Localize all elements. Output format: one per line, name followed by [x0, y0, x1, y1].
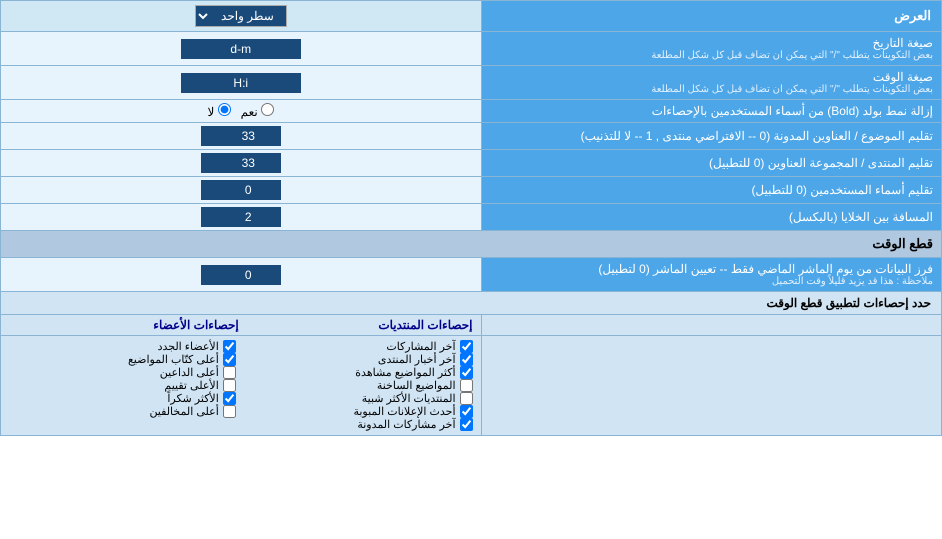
checkbox-item-posts-3: المواضيع الساخنة	[246, 379, 473, 392]
fetch-data-input-cell: 0	[1, 258, 482, 292]
members-col-header: إحصاءات الأعضاء	[9, 318, 239, 332]
topics-order-label: تقليم الموضوع / العناوين المدونة (0 -- ا…	[481, 123, 941, 150]
topics-order-input-cell: 33	[1, 123, 482, 150]
time-format-label: صيغة الوقت بعض التكوينات يتطلب "/" التي …	[481, 66, 941, 100]
cell-padding-input[interactable]: 2	[201, 207, 281, 227]
fetch-data-input[interactable]: 0	[201, 265, 281, 285]
usernames-trim-row: تقليم أسماء المستخدمين (0 للتطبيل) 0	[1, 177, 942, 204]
forum-trim-row: تقليم المنتدى / المجموعة العناوين (0 للت…	[1, 150, 942, 177]
bold-yes-label: نعم	[241, 103, 274, 119]
checkbox-members-5[interactable]	[223, 405, 236, 418]
time-format-row: صيغة الوقت بعض التكوينات يتطلب "/" التي …	[1, 66, 942, 100]
line-select-cell[interactable]: سطر واحد سطران ثلاثة أسطر	[1, 1, 482, 32]
bold-input-cell: نعم لا	[1, 100, 482, 123]
usernames-trim-input[interactable]: 0	[201, 180, 281, 200]
cell-padding-input-cell: 2	[1, 204, 482, 231]
usernames-trim-label: تقليم أسماء المستخدمين (0 للتطبيل)	[481, 177, 941, 204]
checkboxes-content-cell: آخر المشاركات آخر أخبار المنتدى أكثر الم…	[1, 336, 482, 436]
posts-col-header: إحصاءات المنتديات	[243, 318, 473, 332]
forum-trim-label: تقليم المنتدى / المجموعة العناوين (0 للت…	[481, 150, 941, 177]
checkbox-posts-6[interactable]	[460, 418, 473, 431]
checkbox-members-1[interactable]	[223, 353, 236, 366]
date-format-label: صيغة التاريخ بعض التكوينات يتطلب "/" الت…	[481, 32, 941, 66]
checkbox-item-posts-6: آخر مشاركات المدونة	[246, 418, 473, 431]
date-format-input-cell: d-m	[1, 32, 482, 66]
col-header-empty	[481, 315, 941, 336]
realtime-header: قطع الوقت	[1, 231, 942, 258]
checkbox-item-members-2: أعلى الداعين	[9, 366, 236, 379]
display-row: العرض سطر واحد سطران ثلاثة أسطر	[1, 1, 942, 32]
bold-label: إزالة نمط بولد (Bold) من أسماء المستخدمي…	[481, 100, 941, 123]
bold-yes-radio[interactable]	[261, 103, 274, 116]
date-format-row: صيغة التاريخ بعض التكوينات يتطلب "/" الت…	[1, 32, 942, 66]
line-select[interactable]: سطر واحد سطران ثلاثة أسطر	[195, 5, 287, 27]
display-label: العرض	[481, 1, 941, 32]
checkbox-posts-1[interactable]	[460, 353, 473, 366]
bold-no-radio[interactable]	[218, 103, 231, 116]
checkbox-posts-0[interactable]	[460, 340, 473, 353]
usernames-trim-input-cell: 0	[1, 177, 482, 204]
checkbox-item-members-3: الأعلى تقييم	[9, 379, 236, 392]
checkbox-posts-2[interactable]	[460, 366, 473, 379]
members-checkboxes-col: الأعضاء الجدد أعلى كتّاب المواضيع أعلى ا…	[9, 340, 236, 431]
forum-trim-input-cell: 33	[1, 150, 482, 177]
forum-trim-input[interactable]: 33	[201, 153, 281, 173]
checkboxes-header-row: إحصاءات المنتديات إحصاءات الأعضاء	[1, 315, 942, 336]
bold-no-label: لا	[207, 103, 230, 119]
stats-limit-label: حدد إحصاءات لتطبيق قطع الوقت	[1, 292, 942, 315]
realtime-section-row: قطع الوقت	[1, 231, 942, 258]
cell-padding-row: المسافة بين الخلايا (بالبكسل) 2	[1, 204, 942, 231]
col-headers-cell: إحصاءات المنتديات إحصاءات الأعضاء	[1, 315, 482, 336]
checkbox-item-posts-4: المنتديات الأكثر شبية	[246, 392, 473, 405]
checkbox-item-members-4: الأكثر شكراً	[9, 392, 236, 405]
cell-padding-label: المسافة بين الخلايا (بالبكسل)	[481, 204, 941, 231]
checkbox-item-posts-1: آخر أخبار المنتدى	[246, 353, 473, 366]
topics-order-input[interactable]: 33	[201, 126, 281, 146]
date-format-input[interactable]: d-m	[181, 39, 301, 59]
checkboxes-empty-cell	[481, 336, 941, 436]
checkbox-members-3[interactable]	[223, 379, 236, 392]
checkbox-item-posts-0: آخر المشاركات	[246, 340, 473, 353]
checkbox-item-posts-5: أحدث الإعلانات المبوبة	[246, 405, 473, 418]
checkbox-members-4[interactable]	[223, 392, 236, 405]
checkbox-members-2[interactable]	[223, 366, 236, 379]
checkbox-posts-3[interactable]	[460, 379, 473, 392]
checkbox-posts-4[interactable]	[460, 392, 473, 405]
checkbox-item-members-1: أعلى كتّاب المواضيع	[9, 353, 236, 366]
checkboxes-row: آخر المشاركات آخر أخبار المنتدى أكثر الم…	[1, 336, 942, 436]
time-format-input-cell: H:i	[1, 66, 482, 100]
fetch-data-row: فرز البيانات من يوم الماشر الماضي فقط --…	[1, 258, 942, 292]
time-format-input[interactable]: H:i	[181, 73, 301, 93]
stats-limit-row: حدد إحصاءات لتطبيق قطع الوقت	[1, 292, 942, 315]
checkbox-posts-5[interactable]	[460, 405, 473, 418]
bold-row: إزالة نمط بولد (Bold) من أسماء المستخدمي…	[1, 100, 942, 123]
topics-order-row: تقليم الموضوع / العناوين المدونة (0 -- ا…	[1, 123, 942, 150]
posts-checkboxes-col: آخر المشاركات آخر أخبار المنتدى أكثر الم…	[246, 340, 473, 431]
checkbox-members-0[interactable]	[223, 340, 236, 353]
fetch-data-label: فرز البيانات من يوم الماشر الماضي فقط --…	[481, 258, 941, 292]
checkbox-item-posts-2: أكثر المواضيع مشاهدة	[246, 366, 473, 379]
checkbox-item-members-5: أعلى المخالفين	[9, 405, 236, 418]
checkbox-item-members-0: الأعضاء الجدد	[9, 340, 236, 353]
